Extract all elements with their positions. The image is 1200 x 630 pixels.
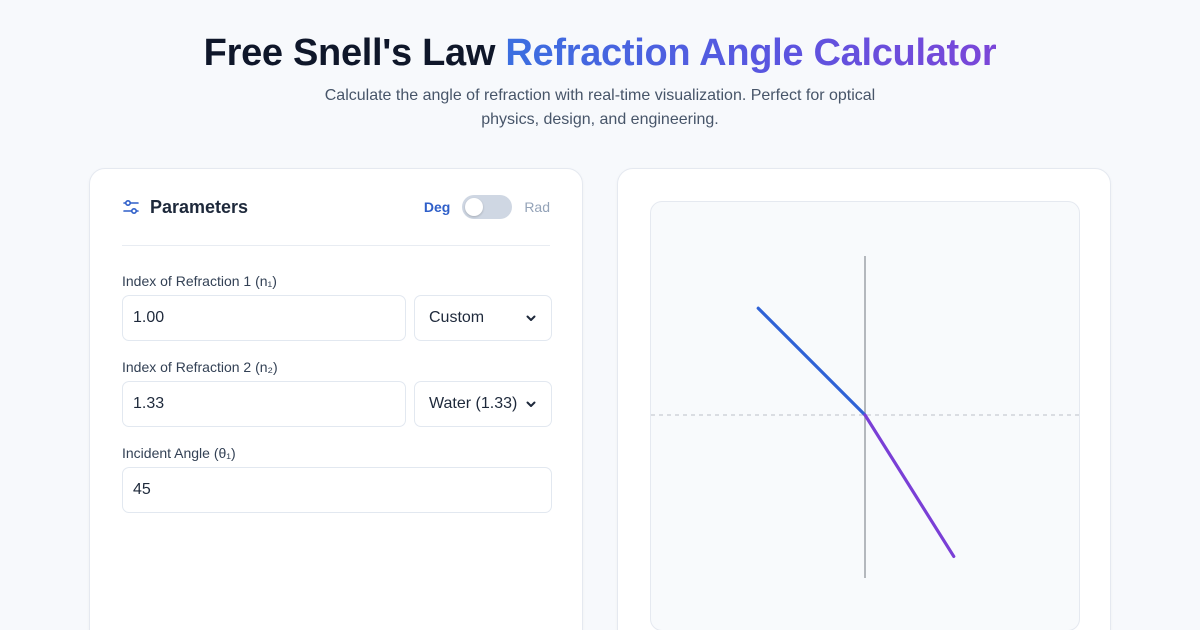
refraction-canvas — [650, 201, 1080, 630]
parameters-title-text: Parameters — [150, 196, 249, 217]
n2-label: Index of Refraction 2 (n₂) — [122, 359, 278, 375]
n2-input[interactable] — [122, 381, 406, 427]
hero: Free Snell's Law Refraction Angle Calcul… — [0, 30, 1200, 132]
n1-preset-value: Custom — [429, 309, 485, 326]
theta1-label: Incident Angle (θ₁) — [122, 445, 236, 461]
unit-switch-knob — [465, 198, 484, 216]
n2-preset-value: Water (1.33) — [429, 395, 518, 412]
unit-toggle: Deg Rad — [424, 195, 550, 219]
unit-rad-label[interactable]: Rad — [524, 199, 550, 215]
unit-deg-label[interactable]: Deg — [424, 199, 450, 215]
parameters-header: Parameters Deg Rad — [122, 169, 550, 246]
n1-input[interactable] — [122, 295, 406, 341]
page-title: Free Snell's Law Refraction Angle Calcul… — [0, 30, 1200, 76]
parameters-card: Parameters Deg Rad Index of Refraction 1… — [89, 168, 583, 630]
n2-preset-select[interactable]: Water (1.33) — [414, 381, 552, 427]
n1-label: Index of Refraction 1 (n₁) — [122, 273, 277, 289]
parameters-title: Parameters — [122, 197, 248, 218]
refracted-ray — [863, 413, 956, 559]
theta1-input[interactable] — [122, 467, 552, 513]
refraction-diagram — [651, 256, 1079, 578]
visualization-card — [617, 168, 1111, 630]
unit-switch[interactable] — [462, 195, 513, 219]
chevron-down-icon — [526, 401, 536, 407]
sliders-icon — [123, 199, 139, 215]
page-title-accent: Refraction Angle Calculator — [505, 32, 997, 74]
chevron-down-icon — [526, 315, 536, 321]
page-subtitle: Calculate the angle of refraction with r… — [324, 87, 876, 128]
n1-preset-select[interactable]: Custom — [414, 295, 552, 341]
incident-ray — [756, 306, 867, 417]
page-title-plain: Free Snell's Law — [203, 32, 506, 74]
